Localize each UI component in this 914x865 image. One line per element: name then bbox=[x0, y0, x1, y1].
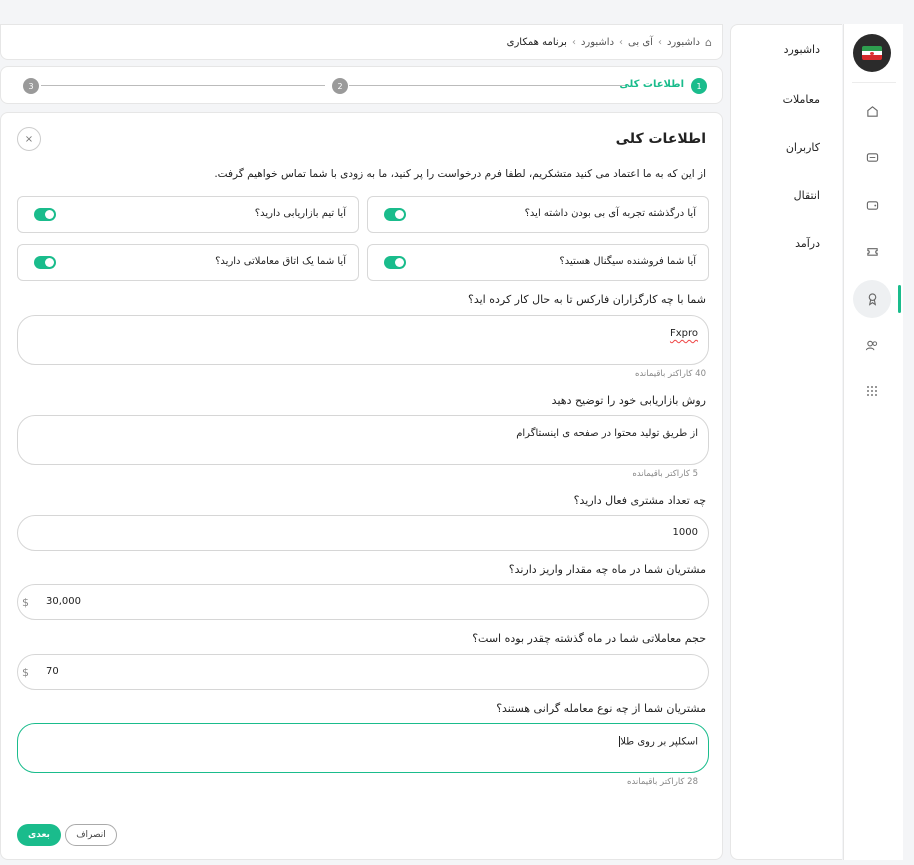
brokers-textarea[interactable]: Fxpro bbox=[17, 315, 709, 365]
wallet-icon[interactable] bbox=[853, 186, 891, 224]
step-connector bbox=[41, 85, 325, 86]
toggle-label: آیا شما یک اتاق معاملاتی دارید؟ bbox=[215, 256, 346, 267]
trade-volume-input[interactable]: $ 70 bbox=[17, 654, 709, 690]
breadcrumb-item[interactable]: داشبورد bbox=[667, 37, 700, 48]
toggle-ib-experience: آیا درگذشته تجربه آی بی بودن داشته اید؟ bbox=[367, 196, 709, 233]
monthly-deposit-label: مشتریان شما در ماه چه مقدار واریز دارند؟ bbox=[508, 563, 706, 576]
toggle-switch[interactable] bbox=[34, 256, 56, 269]
trader-type-char-counter: 28 کاراکتر باقیمانده bbox=[626, 777, 698, 787]
brokers-value: Fxpro bbox=[669, 328, 698, 339]
breadcrumb-separator: › bbox=[571, 36, 576, 48]
dollar-icon: $ bbox=[22, 596, 29, 609]
next-button[interactable]: بعدی bbox=[17, 824, 61, 846]
marketing-method-textarea[interactable]: از طریق تولید محتوا در صفحه ی اینستاگرام bbox=[17, 415, 709, 465]
ticket-icon[interactable] bbox=[853, 232, 891, 270]
marketing-method-label: روش بازاریابی خود را توضیح دهید bbox=[551, 394, 706, 407]
breadcrumb-separator: › bbox=[619, 36, 624, 48]
toggle-marketing-team: آیا تیم بازاریابی دارید؟ bbox=[17, 196, 359, 233]
avatar[interactable] bbox=[853, 34, 891, 72]
sidebar-item-trades[interactable]: معاملات bbox=[783, 93, 820, 106]
step-connector bbox=[349, 85, 625, 86]
trader-type-textarea[interactable]: اسکلپر بر روی طلا bbox=[17, 723, 709, 773]
active-rail-marker bbox=[898, 285, 901, 313]
step-1-label: اطلاعات کلی bbox=[619, 79, 684, 90]
breadcrumb-current: برنامه همکاری bbox=[506, 36, 567, 48]
active-clients-label: چه تعداد مشتری فعال دارید؟ bbox=[573, 494, 706, 507]
cancel-button[interactable]: انصراف bbox=[65, 824, 117, 846]
card-icon[interactable] bbox=[853, 138, 891, 176]
trade-volume-value: 70 bbox=[46, 666, 59, 677]
sidebar-item-users[interactable]: کاربران bbox=[786, 141, 820, 154]
step-2-circle[interactable]: 2 bbox=[332, 78, 348, 94]
form-card: اطلاعات کلی × از این که به ما اعتماد می … bbox=[0, 112, 723, 860]
intro-text: از این که به ما اعتماد می کنید متشکریم، … bbox=[214, 168, 706, 180]
home-icon[interactable]: ⌂ bbox=[705, 36, 712, 49]
close-icon: × bbox=[24, 133, 34, 145]
dollar-icon: $ bbox=[22, 666, 29, 679]
breadcrumb-item[interactable]: آی بی bbox=[628, 37, 653, 48]
rail-divider bbox=[852, 82, 896, 83]
toggle-switch[interactable] bbox=[384, 208, 406, 221]
toggle-switch[interactable] bbox=[34, 208, 56, 221]
trader-type-value: اسکلپر بر روی طلا bbox=[620, 736, 698, 748]
toggle-trading-room: آیا شما یک اتاق معاملاتی دارید؟ bbox=[17, 244, 359, 281]
monthly-deposit-value: 30,000 bbox=[46, 596, 81, 607]
breadcrumb-separator: › bbox=[657, 36, 662, 48]
step-1-circle[interactable]: 1 bbox=[691, 78, 707, 94]
close-button[interactable]: × bbox=[17, 127, 41, 151]
toggle-switch[interactable] bbox=[384, 256, 406, 269]
sidebar-item-dashboard[interactable]: داشبورد bbox=[784, 43, 820, 56]
icon-rail bbox=[843, 24, 903, 860]
grid-icon[interactable] bbox=[853, 372, 891, 410]
toggle-label: آیا شما فروشنده سیگنال هستید؟ bbox=[559, 256, 696, 267]
home-icon[interactable] bbox=[853, 92, 891, 130]
monthly-deposit-input[interactable]: $ 30,000 bbox=[17, 584, 709, 620]
brokers-label: شما با چه کارگزاران فارکس تا به حال کار … bbox=[467, 293, 706, 306]
trader-type-value-wrap: اسکلپر بر روی طلا bbox=[618, 736, 698, 748]
sidebar-item-transfer[interactable]: انتقال bbox=[794, 189, 820, 202]
toggle-label: آیا تیم بازاریابی دارید؟ bbox=[254, 208, 346, 219]
sidebar: داشبورد معاملات کاربران انتقال درآمد bbox=[730, 24, 842, 860]
brokers-char-counter: 40 کاراکتر باقیمانده bbox=[634, 369, 706, 379]
trader-type-label: مشتریان شما از چه نوع معامله گرانی هستند… bbox=[496, 702, 706, 715]
step-3-circle[interactable]: 3 bbox=[23, 78, 39, 94]
trade-volume-label: حجم معاملاتی شما در ماه گذشته چقدر بوده … bbox=[472, 632, 706, 645]
stepper: 1 اطلاعات کلی 2 3 bbox=[0, 66, 723, 104]
form-title: اطلاعات کلی bbox=[615, 131, 706, 147]
flag-icon bbox=[862, 46, 882, 60]
toggle-label: آیا درگذشته تجربه آی بی بودن داشته اید؟ bbox=[524, 208, 696, 219]
toggle-signal-seller: آیا شما فروشنده سیگنال هستید؟ bbox=[367, 244, 709, 281]
breadcrumb-item[interactable]: داشبورد bbox=[581, 37, 614, 48]
users-icon[interactable] bbox=[853, 326, 891, 364]
active-clients-input[interactable]: 1000 bbox=[17, 515, 709, 551]
marketing-method-char-counter: 5 کاراکتر باقیمانده bbox=[632, 469, 698, 479]
active-clients-value: 1000 bbox=[672, 527, 698, 538]
breadcrumb: ⌂ داشبورد › آی بی › داشبورد › برنامه همک… bbox=[0, 24, 723, 60]
sidebar-item-income[interactable]: درآمد bbox=[795, 237, 820, 250]
marketing-method-value: از طریق تولید محتوا در صفحه ی اینستاگرام bbox=[516, 428, 698, 439]
award-icon[interactable] bbox=[853, 280, 891, 318]
